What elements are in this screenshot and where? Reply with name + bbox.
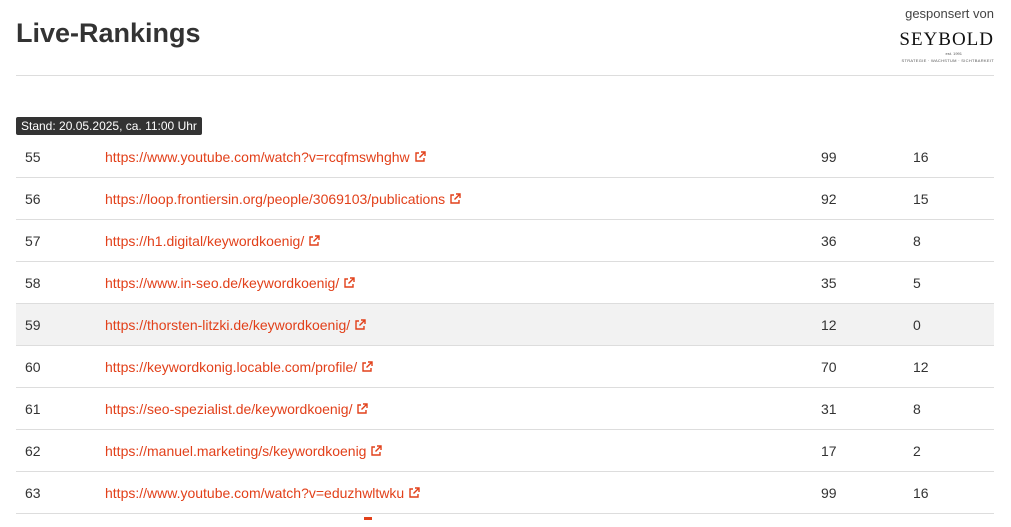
table-row: 58 https://www.in-seo.de/keywordkoenig/35… bbox=[16, 262, 994, 304]
cut-off-link-fragment bbox=[364, 517, 372, 520]
rank-cell: 60 bbox=[25, 359, 41, 375]
url-cell: https://www.youtube.com/watch?v=eduzhwlt… bbox=[105, 472, 420, 515]
logo-tagline: STRATEGIE · WACHSTUM · SICHTBARKEIT bbox=[901, 58, 994, 63]
url-cell: https://h1.digital/keywordkoenig/ bbox=[105, 220, 320, 263]
score-cell: 99 bbox=[821, 149, 837, 165]
ranking-url-link[interactable]: https://seo-spezialist.de/keywordkoenig/ bbox=[105, 401, 352, 417]
count-cell: 16 bbox=[913, 149, 929, 165]
page-title: Live-Rankings bbox=[16, 18, 201, 48]
ranking-url-link[interactable]: https://manuel.marketing/s/keywordkoenig bbox=[105, 443, 366, 459]
score-cell: 36 bbox=[821, 233, 837, 249]
url-cell: https://www.youtube.com/watch?v=rcqfmswh… bbox=[105, 136, 426, 179]
score-cell: 17 bbox=[821, 443, 837, 459]
external-link-icon[interactable] bbox=[343, 263, 355, 305]
header-divider bbox=[16, 75, 994, 76]
timestamp-badge: Stand: 20.05.2025, ca. 11:00 Uhr bbox=[16, 117, 202, 135]
ranking-url-link[interactable]: https://loop.frontiersin.org/people/3069… bbox=[105, 191, 445, 207]
score-cell: 35 bbox=[821, 275, 837, 291]
rank-cell: 61 bbox=[25, 401, 41, 417]
rank-cell: 56 bbox=[25, 191, 41, 207]
ranking-url-link[interactable]: https://www.youtube.com/watch?v=rcqfmswh… bbox=[105, 149, 410, 165]
partial-row-cut-off bbox=[16, 514, 994, 524]
logo-wordmark: SEYBOLD bbox=[899, 29, 994, 50]
table-row: 62 https://manuel.marketing/s/keywordkoen… bbox=[16, 430, 994, 472]
sponsor-block: gesponsert von SEYBOLD est. 1991 STRATEG… bbox=[894, 6, 994, 63]
score-cell: 31 bbox=[821, 401, 837, 417]
ranking-url-link[interactable]: https://www.youtube.com/watch?v=eduzhwlt… bbox=[105, 485, 404, 501]
count-cell: 8 bbox=[913, 401, 921, 417]
external-link-icon[interactable] bbox=[354, 305, 366, 347]
rank-cell: 55 bbox=[25, 149, 41, 165]
count-cell: 5 bbox=[913, 275, 921, 291]
table-row: 56 https://loop.frontiersin.org/people/30… bbox=[16, 178, 994, 220]
count-cell: 12 bbox=[913, 359, 929, 375]
table-row: 55 https://www.youtube.com/watch?v=rcqfms… bbox=[16, 136, 994, 178]
rank-cell: 57 bbox=[25, 233, 41, 249]
url-cell: https://keywordkonig.locable.com/profile… bbox=[105, 346, 373, 389]
count-cell: 2 bbox=[913, 443, 921, 459]
table-row: 57 https://h1.digital/keywordkoenig/36 8 bbox=[16, 220, 994, 262]
ranking-url-link[interactable]: https://thorsten-litzki.de/keywordkoenig… bbox=[105, 317, 350, 333]
rank-cell: 59 bbox=[25, 317, 41, 333]
score-cell: 12 bbox=[821, 317, 837, 333]
score-cell: 70 bbox=[821, 359, 837, 375]
count-cell: 15 bbox=[913, 191, 929, 207]
external-link-icon[interactable] bbox=[308, 221, 320, 263]
count-cell: 0 bbox=[913, 317, 921, 333]
table-row: 59 https://thorsten-litzki.de/keywordkoen… bbox=[16, 304, 994, 346]
external-link-icon[interactable] bbox=[449, 179, 461, 221]
external-link-icon[interactable] bbox=[356, 389, 369, 431]
count-cell: 16 bbox=[913, 485, 929, 501]
sponsor-text: gesponsert von bbox=[905, 6, 994, 21]
ranking-url-link[interactable]: https://www.in-seo.de/keywordkoenig/ bbox=[105, 275, 339, 291]
rank-cell: 63 bbox=[25, 485, 41, 501]
rankings-table: 55 https://www.youtube.com/watch?v=rcqfms… bbox=[16, 136, 994, 524]
table-row: 60 https://keywordkonig.locable.com/profi… bbox=[16, 346, 994, 388]
external-link-icon[interactable] bbox=[408, 473, 420, 515]
count-cell: 8 bbox=[913, 233, 921, 249]
external-link-icon[interactable] bbox=[370, 431, 383, 473]
url-cell: https://loop.frontiersin.org/people/3069… bbox=[105, 178, 461, 221]
ranking-url-link[interactable]: https://keywordkonig.locable.com/profile… bbox=[105, 359, 357, 375]
url-cell: https://thorsten-litzki.de/keywordkoenig… bbox=[105, 304, 366, 347]
ranking-url-link[interactable]: https://h1.digital/keywordkoenig/ bbox=[105, 233, 304, 249]
logo-est: est. 1991 bbox=[945, 51, 962, 56]
url-cell: https://seo-spezialist.de/keywordkoenig/ bbox=[105, 388, 369, 431]
sponsor-logo[interactable]: SEYBOLD est. 1991 STRATEGIE · WACHSTUM ·… bbox=[894, 29, 994, 63]
external-link-icon[interactable] bbox=[414, 137, 426, 179]
rank-cell: 58 bbox=[25, 275, 41, 291]
live-rankings-page: Live-Rankings gesponsert von SEYBOLD est… bbox=[0, 0, 1011, 527]
external-link-icon[interactable] bbox=[361, 347, 373, 389]
url-cell: https://manuel.marketing/s/keywordkoenig bbox=[105, 430, 383, 473]
url-cell: https://www.in-seo.de/keywordkoenig/ bbox=[105, 262, 355, 305]
rank-cell: 62 bbox=[25, 443, 41, 459]
score-cell: 92 bbox=[821, 191, 837, 207]
table-row: 61 https://seo-spezialist.de/keywordkoeni… bbox=[16, 388, 994, 430]
table-row: 63 https://www.youtube.com/watch?v=eduzhw… bbox=[16, 472, 994, 514]
score-cell: 99 bbox=[821, 485, 837, 501]
